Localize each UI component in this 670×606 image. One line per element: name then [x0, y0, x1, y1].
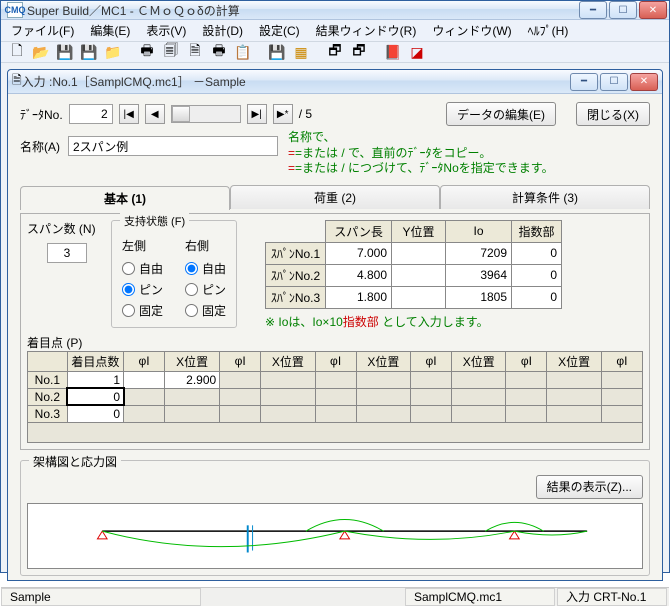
right-fix-radio[interactable]: 固定 [185, 302, 226, 319]
focus-table[interactable]: 着目点数 φI X位置 φI X位置 φI X位置 φI X位置 φI X位置 … [27, 351, 643, 443]
open-icon[interactable]: 📂 [31, 42, 51, 62]
name-field[interactable] [68, 136, 278, 156]
menu-settings[interactable]: 設定(C) [253, 20, 306, 41]
tab-load[interactable]: 荷重 (2) [230, 185, 440, 209]
close-button[interactable]: ✕ [639, 1, 667, 19]
right-side-label: 右側 [185, 237, 226, 254]
right-free-radio[interactable]: 自由 [185, 260, 226, 277]
run-icon[interactable]: ▦ [291, 42, 311, 62]
inner-body: ﾃﾞｰﾀNo. |◀ ◀ ▶| ▶* / 5 データの編集(E) 閉じる(X) … [8, 94, 662, 580]
tab-panel-basic: スパン数 (N) 支持状態 (F) 左側 自由 ピン 固定 [20, 213, 650, 450]
inner-window: 🗎 入力 :No.1［SamplCMQ.mc1］ －Sample ━ ☐ ✕ ﾃ… [7, 69, 663, 581]
print2-icon[interactable]: 🖶 [209, 42, 229, 62]
statusbar: Sample SamplCMQ.mc1 入力 CRT-No.1 [1, 587, 669, 606]
menu-edit[interactable]: 編集(E) [84, 20, 136, 41]
name-hint: 名称で、 ==または / で、直前のﾃﾞｰﾀをコピー。 ==または / につづけ… [288, 130, 554, 177]
print-icon[interactable]: 🖶 [137, 42, 157, 62]
span-row-3: ｽﾊﾟﾝNo.31.80018050 [266, 286, 562, 308]
span-count-label: スパン数 (N) [27, 220, 103, 237]
inner-titlebar: 🗎 入力 :No.1［SamplCMQ.mc1］ －Sample ━ ☐ ✕ [8, 70, 662, 94]
first-button[interactable]: |◀ [119, 104, 139, 124]
maximize-button[interactable]: ☐ [609, 1, 637, 19]
data-no-label: ﾃﾞｰﾀNo. [20, 106, 63, 123]
data-total: / 5 [299, 107, 312, 121]
app-title: Super Build／MC1 - ＣＭｏＱｏδの計算 [27, 2, 579, 19]
data-no-field[interactable] [69, 104, 113, 124]
copy-page-icon[interactable]: 🗐 [161, 42, 181, 62]
span-row-2: ｽﾊﾟﾝNo.24.80039640 [266, 264, 562, 286]
menu-view[interactable]: 表示(V) [140, 20, 192, 41]
name-label: 名称(A) [20, 138, 60, 155]
exit-icon[interactable]: ◪ [407, 42, 427, 62]
preview-icon[interactable]: 🗎 [185, 42, 205, 62]
structure-diagram [27, 503, 643, 569]
folder-icon[interactable]: 📁 [103, 42, 123, 62]
close-panel-button[interactable]: 閉じる(X) [576, 102, 650, 126]
status-mid: SamplCMQ.mc1 [405, 588, 555, 606]
toolbar: 🗋 📂 💾 💾 📁 🖶 🗐 🗎 🖶 📋 💾 ▦ 🗗 🗗 📕 ◪ [1, 42, 669, 63]
prev-button[interactable]: ◀ [145, 104, 165, 124]
save-icon[interactable]: 💾 [55, 42, 75, 62]
doc-icon: 🗎 [12, 71, 22, 92]
clipboard-icon[interactable]: 📋 [233, 42, 253, 62]
inner-title-text: 入力 :No.1［SamplCMQ.mc1］ －Sample [22, 73, 570, 90]
focus-row-1: No.112.900 [28, 371, 643, 388]
diagram-legend: 架構図と応力図 [29, 453, 121, 470]
span-row-1: ｽﾊﾟﾝNo.17.00072090 [266, 242, 562, 264]
app-window: CMQ Super Build／MC1 - ＣＭｏＱｏδの計算 ━ ☐ ✕ ファ… [0, 0, 670, 573]
tabs: 基本 (1) 荷重 (2) 計算条件 (3) [20, 185, 650, 209]
tab-basic[interactable]: 基本 (1) [20, 186, 230, 210]
span-table[interactable]: スパン長 Y位置 Io 指数部 ｽﾊﾟﾝNo.17.00072090 ｽﾊﾟﾝN… [265, 220, 562, 309]
menubar: ファイル(F) 編集(E) 表示(V) 設計(D) 設定(C) 結果ウィンドウ(… [1, 20, 669, 42]
inner-close-button[interactable]: ✕ [630, 73, 658, 91]
mdi-client: 🗎 入力 :No.1［SamplCMQ.mc1］ －Sample ━ ☐ ✕ ﾃ… [1, 63, 669, 587]
next-button[interactable]: ▶| [247, 104, 267, 124]
outer-titlebar: CMQ Super Build／MC1 - ＣＭｏＱｏδの計算 ━ ☐ ✕ [1, 1, 669, 20]
left-side-label: 左側 [122, 237, 163, 254]
left-free-radio[interactable]: 自由 [122, 260, 163, 277]
minimize-button[interactable]: ━ [579, 1, 607, 19]
span-count-field[interactable] [47, 243, 87, 263]
show-result-button[interactable]: 結果の表示(Z)... [536, 475, 643, 499]
save2-icon[interactable]: 💾 [79, 42, 99, 62]
focus-row-3: No.30 [28, 405, 643, 422]
left-fix-radio[interactable]: 固定 [122, 302, 163, 319]
right-pin-radio[interactable]: ピン [185, 281, 226, 298]
status-right: 入力 CRT-No.1 [557, 588, 667, 606]
cascade-icon[interactable]: 🗗 [325, 42, 345, 62]
menu-file[interactable]: ファイル(F) [5, 20, 80, 41]
data-no-scrollbar[interactable] [171, 105, 241, 123]
focus-label: 着目点 (P) [27, 334, 643, 351]
menu-result[interactable]: 結果ウィンドウ(R) [310, 20, 423, 41]
last-new-button[interactable]: ▶* [273, 104, 293, 124]
tab-conditions[interactable]: 計算条件 (3) [440, 185, 650, 209]
edit-data-button[interactable]: データの編集(E) [446, 102, 556, 126]
inner-maximize-button[interactable]: ☐ [600, 73, 628, 91]
inner-minimize-button[interactable]: ━ [570, 73, 598, 91]
diagram-group: 架構図と応力図 結果の表示(Z)... [20, 460, 650, 576]
menu-help[interactable]: ﾍﾙﾌﾟ(H) [522, 20, 575, 41]
io-note: ※ Ioは、Io×10指数部 として入力します。 [265, 313, 643, 330]
status-left: Sample [1, 588, 201, 606]
disk-icon[interactable]: 💾 [267, 42, 287, 62]
menu-design[interactable]: 設計(D) [196, 20, 249, 41]
help-icon[interactable]: 📕 [383, 42, 403, 62]
app-icon: CMQ [7, 2, 23, 18]
focus-row-2: No.20 [28, 388, 643, 405]
new-icon[interactable]: 🗋 [7, 42, 27, 62]
menu-window[interactable]: ウィンドウ(W) [426, 20, 517, 41]
support-legend: 支持状態 (F) [120, 213, 189, 229]
left-pin-radio[interactable]: ピン [122, 281, 163, 298]
tile-icon[interactable]: 🗗 [349, 42, 369, 62]
